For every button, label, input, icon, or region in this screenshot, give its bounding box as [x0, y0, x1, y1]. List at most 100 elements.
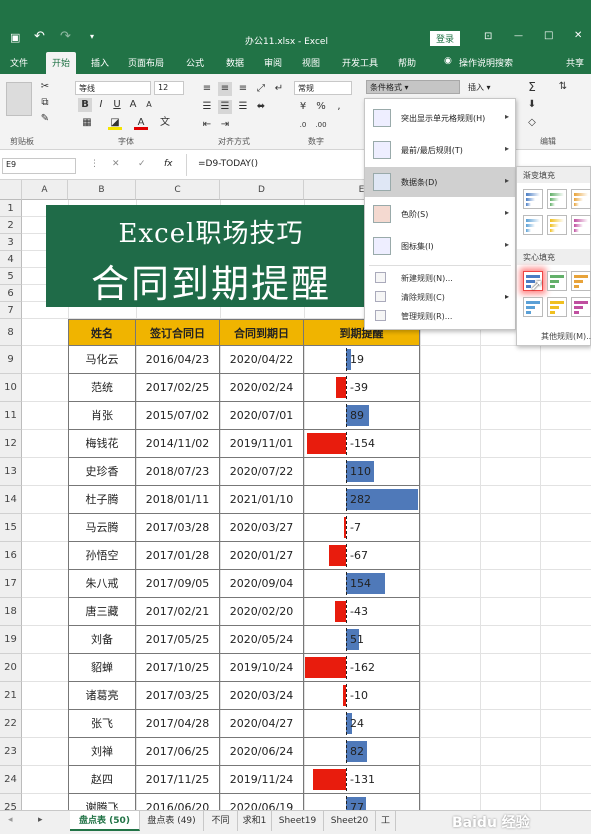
table-cell-expire-date[interactable]: 2020/05/24: [220, 626, 304, 654]
sheet-tab[interactable]: 盘点表 (50): [70, 811, 140, 831]
data-bar-swatch[interactable]: [547, 271, 567, 291]
comma-icon[interactable]: ,: [332, 100, 346, 114]
table-cell-reminder[interactable]: 51: [304, 626, 420, 654]
table-cell-name[interactable]: 张飞: [68, 710, 136, 738]
tell-me-search[interactable]: 操作说明搜索: [459, 56, 513, 69]
shrink-font-button[interactable]: A: [142, 98, 156, 112]
row-header[interactable]: 21: [0, 682, 22, 710]
table-cell-expire-date[interactable]: 2019/11/24: [220, 766, 304, 794]
insert-function-button[interactable]: fx: [164, 159, 173, 169]
table-cell-expire-date[interactable]: 2020/03/27: [220, 514, 304, 542]
maximize-button[interactable]: □: [544, 30, 553, 41]
copy-icon[interactable]: ⧉: [38, 96, 52, 110]
increase-decimal-icon[interactable]: .0: [296, 118, 310, 132]
table-cell-expire-date[interactable]: 2019/11/01: [220, 430, 304, 458]
table-cell-reminder[interactable]: -67: [304, 542, 420, 570]
tab-insert[interactable]: 插入: [91, 56, 109, 69]
table-header-cell[interactable]: 姓名: [68, 319, 136, 346]
align-middle-icon[interactable]: ≡: [218, 82, 232, 96]
fill-color-icon[interactable]: ◪: [108, 116, 122, 130]
table-cell-sign-date[interactable]: 2017/03/25: [136, 682, 220, 710]
data-bar-swatch[interactable]: [547, 215, 567, 235]
table-cell-reminder[interactable]: 110: [304, 458, 420, 486]
data-bar-swatch[interactable]: [571, 215, 591, 235]
minimize-button[interactable]: —: [514, 31, 523, 41]
table-cell-name[interactable]: 刘备: [68, 626, 136, 654]
table-cell-name[interactable]: 孙悟空: [68, 542, 136, 570]
table-cell-expire-date[interactable]: 2019/10/24: [220, 654, 304, 682]
table-cell-expire-date[interactable]: 2020/09/04: [220, 570, 304, 598]
italic-button[interactable]: I: [94, 98, 108, 112]
undo-button[interactable]: ↶: [34, 29, 45, 44]
row-header[interactable]: 12: [0, 430, 22, 458]
table-cell-name[interactable]: 马云腾: [68, 514, 136, 542]
table-cell-name[interactable]: 诸葛亮: [68, 682, 136, 710]
cancel-formula-button[interactable]: ✕: [112, 159, 120, 169]
font-size-select[interactable]: 12: [154, 81, 184, 95]
table-cell-reminder[interactable]: 19: [304, 346, 420, 374]
data-bar-swatch[interactable]: [547, 189, 567, 209]
align-center-icon[interactable]: ☰: [218, 100, 232, 114]
table-cell-reminder[interactable]: -154: [304, 430, 420, 458]
grow-font-button[interactable]: A: [126, 98, 140, 112]
menu-item-icon-sets[interactable]: 图标集(I) ▸: [365, 231, 515, 261]
row-header[interactable]: 4: [0, 251, 22, 268]
table-cell-name[interactable]: 唐三藏: [68, 598, 136, 626]
formula-input[interactable]: =D9-TODAY(): [198, 159, 258, 169]
table-header-cell[interactable]: 签订合同日: [136, 319, 220, 346]
column-header-d[interactable]: D: [220, 180, 304, 200]
table-cell-expire-date[interactable]: 2020/03/24: [220, 682, 304, 710]
tab-help[interactable]: 帮助: [398, 56, 416, 69]
tab-review[interactable]: 审阅: [264, 56, 282, 69]
table-cell-reminder[interactable]: 154: [304, 570, 420, 598]
row-header[interactable]: 3: [0, 234, 22, 251]
login-button[interactable]: 登录: [430, 31, 461, 46]
tab-data[interactable]: 数据: [226, 56, 244, 69]
tab-developer[interactable]: 开发工具: [342, 56, 378, 69]
table-header-cell[interactable]: 合同到期日: [220, 319, 304, 346]
column-header-a[interactable]: A: [22, 180, 68, 200]
currency-icon[interactable]: ¥: [296, 100, 310, 114]
table-cell-reminder[interactable]: -162: [304, 654, 420, 682]
table-cell-expire-date[interactable]: 2020/06/24: [220, 738, 304, 766]
fill-icon[interactable]: ⬇: [525, 98, 539, 112]
data-bar-swatch[interactable]: [571, 271, 591, 291]
menu-item-new-rule[interactable]: 新建规则(N)...: [365, 269, 515, 287]
table-cell-expire-date[interactable]: 2020/02/20: [220, 598, 304, 626]
table-cell-sign-date[interactable]: 2017/03/28: [136, 514, 220, 542]
sheet-tab[interactable]: Sheet19: [272, 811, 324, 831]
column-header-b[interactable]: B: [68, 180, 136, 200]
menu-item-manage-rules[interactable]: 管理规则(R)...: [365, 307, 515, 325]
row-header[interactable]: 16: [0, 542, 22, 570]
table-cell-sign-date[interactable]: 2017/02/21: [136, 598, 220, 626]
menu-item-top-bottom-rules[interactable]: 最前/最后规则(T) ▸: [365, 135, 515, 165]
align-left-icon[interactable]: ☰: [200, 100, 214, 114]
table-cell-reminder[interactable]: -10: [304, 682, 420, 710]
table-cell-name[interactable]: 杜子腾: [68, 486, 136, 514]
table-cell-expire-date[interactable]: 2020/01/27: [220, 542, 304, 570]
row-header[interactable]: 14: [0, 486, 22, 514]
menu-item-data-bars[interactable]: 数据条(D) ▸: [365, 167, 515, 197]
border-icon[interactable]: ▦: [80, 116, 94, 130]
increase-indent-icon[interactable]: ⇥: [218, 118, 232, 132]
tab-page-layout[interactable]: 页面布局: [128, 56, 164, 69]
table-cell-expire-date[interactable]: 2020/04/22: [220, 346, 304, 374]
format-painter-icon[interactable]: ✎: [38, 112, 52, 126]
row-header[interactable]: 1: [0, 200, 22, 217]
table-cell-sign-date[interactable]: 2017/10/25: [136, 654, 220, 682]
quick-access-dropdown-icon[interactable]: ▾: [90, 32, 94, 41]
tab-home[interactable]: 开始: [46, 52, 77, 74]
tab-formulas[interactable]: 公式: [186, 56, 204, 69]
clear-icon[interactable]: ◇: [525, 116, 539, 130]
table-cell-reminder[interactable]: -43: [304, 598, 420, 626]
enter-formula-button[interactable]: ✓: [138, 159, 146, 169]
table-cell-sign-date[interactable]: 2017/05/25: [136, 626, 220, 654]
share-button[interactable]: 共享: [566, 56, 584, 69]
column-header-c[interactable]: C: [136, 180, 220, 200]
table-cell-name[interactable]: 梅钱花: [68, 430, 136, 458]
table-cell-expire-date[interactable]: 2020/02/24: [220, 374, 304, 402]
orientation-icon[interactable]: ⤢: [254, 82, 268, 96]
row-header[interactable]: 8: [0, 319, 22, 346]
table-cell-sign-date[interactable]: 2017/04/28: [136, 710, 220, 738]
row-header[interactable]: 7: [0, 302, 22, 319]
